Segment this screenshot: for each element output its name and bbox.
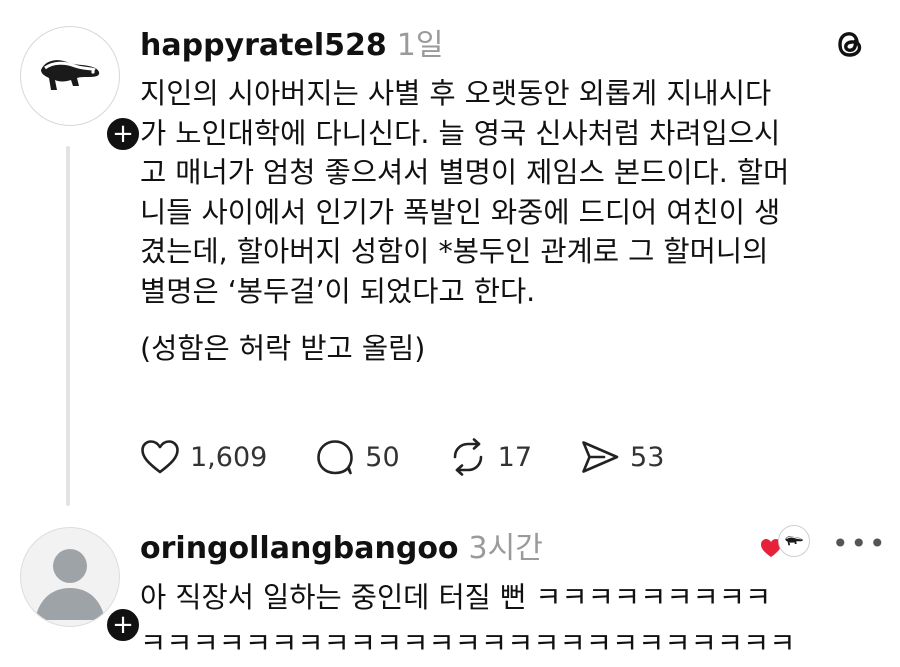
reply-count: 50 — [365, 441, 400, 473]
reply-header: oringollangbangoo 3시간 — [140, 523, 543, 567]
post-body: 지인의 시아버지는 사별 후 오랫동안 외롭게 지내시다 가 노인대학에 다니신… — [140, 74, 870, 369]
repost-count: 17 — [497, 441, 533, 473]
reply-body: 아 직장서 일하는 중인데 터질 뻔 ㅋㅋㅋㅋㅋㅋㅋㅋㅋ ㅋㅋㅋㅋㅋㅋㅋㅋㅋㅋㅋ… — [140, 575, 880, 667]
reply-body-line: ㅋㅋㅋㅋㅋㅋㅋㅋㅋㅋㅋㅋㅋㅋㅋㅋㅋㅋㅋㅋㅋㅋㅋㅋㅋ — [140, 627, 796, 660]
post-actions: 1,609 50 17 53 — [140, 436, 712, 478]
post-timestamp: 1일 — [396, 28, 444, 63]
reply-button[interactable]: 50 — [315, 438, 400, 476]
thread-connector-line — [66, 146, 70, 506]
follow-plus-button[interactable]: + — [104, 606, 142, 644]
threads-logo-icon — [838, 32, 862, 57]
post-body-line: 가 노인대학에 다니신다. 늘 영국 신사처럼 차려입으시 — [140, 116, 781, 150]
post-header: happyratel528 1일 — [140, 20, 443, 64]
post-body-line: 겼는데, 할아버지 성함이 *봉두인 관계로 그 할머니의 — [140, 235, 769, 268]
post-body-line: 니들 사이에서 인기가 폭발인 와중에 드디어 여친이 생 — [140, 195, 781, 229]
like-button[interactable]: 1,609 — [140, 439, 267, 475]
post-username[interactable]: happyratel528 — [140, 28, 387, 63]
default-user-avatar[interactable] — [20, 527, 120, 627]
follow-plus-button[interactable]: + — [104, 115, 142, 153]
post-body-note: (성함은 허락 받고 올림) — [140, 332, 426, 365]
author-mini-avatar — [778, 525, 810, 557]
ratel-logo-avatar[interactable] — [20, 26, 120, 126]
person-silhouette-icon — [35, 549, 105, 620]
reply-body-line: 아 직장서 일하는 중인데 터질 뻔 ㅋㅋㅋㅋㅋㅋㅋㅋㅋ — [140, 581, 772, 614]
post-avatar-wrap[interactable]: + — [20, 26, 142, 153]
post: + happyratel528 1일 지인의 시아버지는 사별 후 오랫동안 외롭… — [0, 0, 900, 515]
send-icon — [582, 441, 619, 473]
repost-icon — [453, 438, 482, 476]
share-button[interactable]: 53 — [580, 439, 664, 475]
repost-button[interactable]: 17 — [448, 438, 532, 476]
ratel-icon — [785, 536, 803, 546]
heart-icon — [141, 440, 179, 474]
ratel-icon — [41, 60, 100, 90]
reply: + oringollangbangoo 3시간 ••• 아 직장서 일하는 중인데… — [0, 515, 900, 666]
post-body-line: 고 매너가 엄청 좋으셔서 별명이 제임스 본드이다. 할머 — [140, 156, 790, 189]
reply-username[interactable]: oringollangbangoo — [140, 531, 459, 566]
reply-avatar-wrap[interactable]: + — [20, 527, 142, 644]
like-count: 1,609 — [190, 441, 268, 473]
share-count: 53 — [630, 441, 665, 473]
more-options-icon[interactable]: ••• — [832, 527, 888, 560]
post-body-line: 지인의 시아버지는 사별 후 오랫동안 외롭게 지내시다 — [140, 77, 772, 110]
reply-timestamp: 3시간 — [468, 531, 543, 566]
post-body-line: 별명은 ‘봉두걸’이 되었다고 한다. — [140, 274, 536, 308]
comment-bubble-icon — [317, 440, 354, 475]
